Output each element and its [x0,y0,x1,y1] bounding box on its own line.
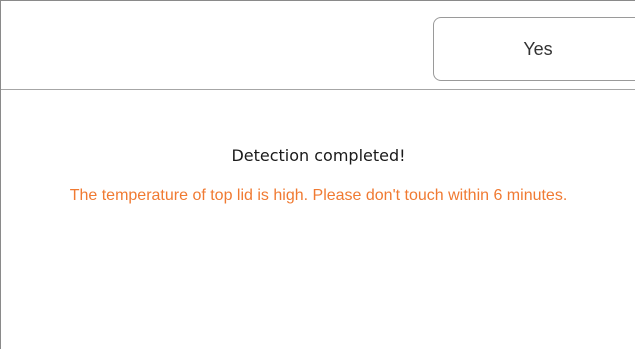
dialog-header: Yes [1,1,635,90]
warning-message: The temperature of top lid is high. Plea… [69,187,568,204]
dialog-body: Detection completed! The temperature of … [1,90,635,349]
yes-button[interactable]: Yes [433,17,635,81]
dialog-title: Detection completed! [231,146,406,165]
detection-dialog: Yes Detection completed! The temperature… [0,0,635,349]
